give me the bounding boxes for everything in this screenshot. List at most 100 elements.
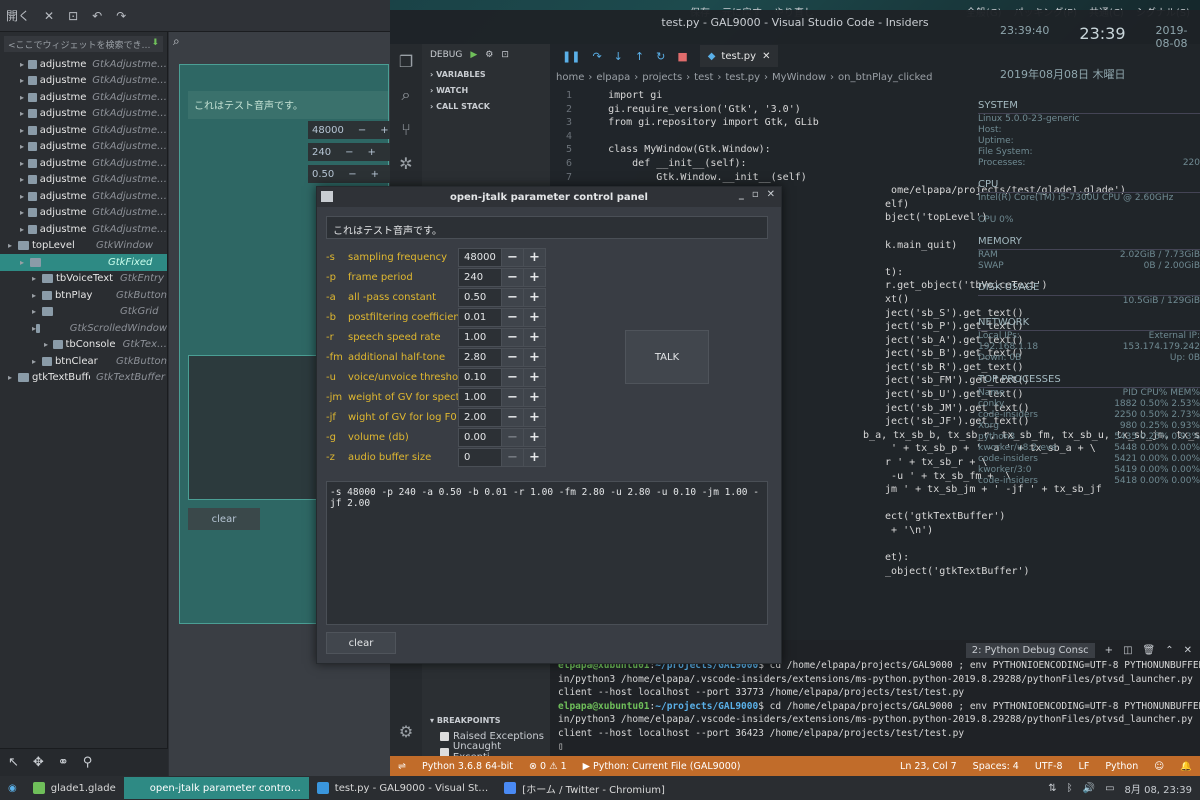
expander-icon[interactable]: ▸ <box>20 76 28 85</box>
extensions-icon[interactable]: ⚙ <box>390 714 422 748</box>
status-python[interactable]: Python 3.6.8 64-bit <box>414 761 521 772</box>
plus-icon[interactable]: + <box>371 169 379 180</box>
spin-value[interactable]: 0.01 <box>459 308 501 326</box>
sidebar-section-watch[interactable]: › WATCH <box>422 82 550 98</box>
spin-value[interactable]: 0.10 <box>459 368 501 386</box>
link-icon[interactable]: ⚭ <box>58 755 69 770</box>
expander-icon[interactable]: ▸ <box>20 60 28 69</box>
tree-row[interactable]: ▸ adjustment2 GtkAdjustme… <box>0 106 167 123</box>
battery-icon[interactable]: ▭ <box>1105 783 1114 794</box>
preview-spin[interactable]: 48000 − + <box>308 121 396 139</box>
minus-icon[interactable]: − <box>501 328 523 346</box>
expander-icon[interactable]: ▸ <box>20 142 28 151</box>
plus-icon[interactable]: + <box>523 268 545 286</box>
move-icon[interactable]: ✥ <box>33 755 44 770</box>
minus-icon[interactable]: − <box>501 368 523 386</box>
plus-icon[interactable]: + <box>523 308 545 326</box>
minus-icon[interactable]: − <box>501 268 523 286</box>
minus-icon[interactable]: − <box>348 169 356 180</box>
plus-icon[interactable]: + <box>523 248 545 266</box>
tab-test-py[interactable]: ◆ test.py ✕ <box>699 45 779 67</box>
expander-icon[interactable]: ▸ <box>20 225 28 234</box>
expander-icon[interactable]: ▸ <box>20 175 28 184</box>
param-spinbutton[interactable]: 2.80− + <box>458 347 546 367</box>
param-spinbutton[interactable]: 2.00− + <box>458 407 546 427</box>
tree-row[interactable]: ▸ GtkFixed <box>0 254 167 271</box>
search-icon[interactable]: ⌕ <box>390 78 422 112</box>
breakpoints-header[interactable]: ▾ BREAKPOINTS <box>422 712 550 728</box>
clear-button[interactable]: clear <box>326 632 396 654</box>
status-spaces[interactable]: Spaces: 4 <box>965 761 1027 772</box>
plus-icon[interactable]: + <box>523 348 545 366</box>
tree-row[interactable]: ▸ adjustment10 GtkAdjustme… <box>0 73 167 90</box>
minus-icon[interactable]: − <box>501 388 523 406</box>
param-spinbutton[interactable]: 240− + <box>458 267 546 287</box>
taskbar-item[interactable]: [ホーム / Twitter - Chromium] <box>496 777 673 799</box>
taskbar-item[interactable]: test.py - GAL9000 - Visual St… <box>309 777 497 799</box>
spin-value[interactable]: 0.00 <box>459 428 501 446</box>
spin-value[interactable]: 48000 <box>459 248 501 266</box>
breadcrumb-item[interactable]: elpapa <box>596 72 630 83</box>
param-spinbutton[interactable]: 0.01− + <box>458 307 546 327</box>
bell-icon[interactable]: 🔔 <box>1172 761 1200 772</box>
remote-icon[interactable]: ⇌ <box>390 761 414 772</box>
step-out-icon[interactable]: ↑ <box>635 50 644 63</box>
breadcrumb-item[interactable]: test.py <box>725 72 760 83</box>
spin-value[interactable]: 1.00 <box>459 328 501 346</box>
step-over-icon[interactable]: ↷ <box>592 50 601 63</box>
minus-icon[interactable]: − <box>358 125 366 136</box>
taskbar-item[interactable]: glade1.glade <box>25 777 124 799</box>
widget-search-field[interactable]: <ここでウィジェットを検索でき… ⬇ <box>4 36 163 52</box>
expander-icon[interactable]: ▸ <box>20 159 28 168</box>
minus-icon[interactable]: − <box>501 308 523 326</box>
sidebar-section-variables[interactable]: › VARIABLES <box>422 66 550 82</box>
bluetooth-icon[interactable]: ᛒ <box>1067 783 1073 794</box>
expander-icon[interactable]: ▸ <box>8 373 18 382</box>
play-icon[interactable]: ▶ <box>470 50 477 60</box>
tree-row[interactable]: ▸ topLevel GtkWindow <box>0 238 167 255</box>
param-spinbutton[interactable]: 0.50− + <box>458 287 546 307</box>
preview-spin[interactable]: 0.50 − + <box>308 165 396 183</box>
minimize-icon[interactable]: _ <box>739 189 744 200</box>
pointer-icon[interactable]: ↖ <box>8 755 19 770</box>
plus-icon[interactable]: + <box>523 428 545 446</box>
tree-row[interactable]: ▸ adjustment1 GtkAdjustme… <box>0 56 167 73</box>
tree-row[interactable]: ▸ adjustment4 GtkAdjustme… <box>0 139 167 156</box>
new-icon[interactable]: ⊡ <box>68 9 78 23</box>
expander-icon[interactable]: ▸ <box>20 258 30 267</box>
tree-row[interactable]: ▸ adjustment5 GtkAdjustme… <box>0 155 167 172</box>
spin-value[interactable]: 1.00 <box>459 388 501 406</box>
restart-icon[interactable]: ↻ <box>656 50 665 63</box>
tree-row[interactable]: ▸ tbConsole GtkTex… <box>0 337 167 354</box>
tree-row[interactable]: ▸ adjustment11 GtkAdjustme… <box>0 89 167 106</box>
status-problems[interactable]: ⊗ 0 ⚠ 1 <box>521 761 575 772</box>
status-position[interactable]: Ln 23, Col 7 <box>892 761 965 772</box>
status-run-config[interactable]: ▶ Python: Current File (GAL9000) <box>575 761 749 772</box>
tree-row[interactable]: ▸ tbVoiceText GtkEntry <box>0 271 167 288</box>
console-icon[interactable]: ⊡ <box>501 50 509 60</box>
redo-icon[interactable]: ↷ <box>116 9 126 23</box>
stop-icon[interactable]: ■ <box>677 50 687 63</box>
plus-icon[interactable]: + <box>523 388 545 406</box>
expander-icon[interactable]: ▸ <box>20 192 28 201</box>
expander-icon[interactable]: ▸ <box>20 126 28 135</box>
minus-icon[interactable]: − <box>501 288 523 306</box>
plus-icon[interactable]: + <box>523 448 545 466</box>
search-icon[interactable]: ⌕ <box>173 34 180 49</box>
tree-row[interactable]: ▸ btnPlay GtkButton <box>0 287 167 304</box>
param-spinbutton[interactable]: 0− + <box>458 447 546 467</box>
source-control-icon[interactable]: ⑂ <box>390 112 422 146</box>
debug-icon[interactable]: ✲ <box>390 146 422 180</box>
spin-value[interactable]: 2.80 <box>459 348 501 366</box>
minus-icon[interactable]: − <box>501 348 523 366</box>
plus-icon[interactable]: + <box>367 147 375 158</box>
taskbar-clock[interactable]: 8月 08, 23:39 <box>1125 781 1192 796</box>
breadcrumb-item[interactable]: projects <box>642 72 682 83</box>
tree-row[interactable]: ▸ gtkTextBuffer GtkTextBuffer <box>0 370 167 387</box>
tree-row[interactable]: ▸ adjustment7 GtkAdjustme… <box>0 188 167 205</box>
voice-text-input[interactable]: これはテスト音声です。 <box>326 216 768 239</box>
breadcrumb-item[interactable]: on_btnPlay_clicked <box>838 72 932 83</box>
checkbox[interactable] <box>440 731 449 741</box>
param-spinbutton[interactable]: 1.00− + <box>458 387 546 407</box>
expander-icon[interactable]: ▸ <box>20 208 28 217</box>
